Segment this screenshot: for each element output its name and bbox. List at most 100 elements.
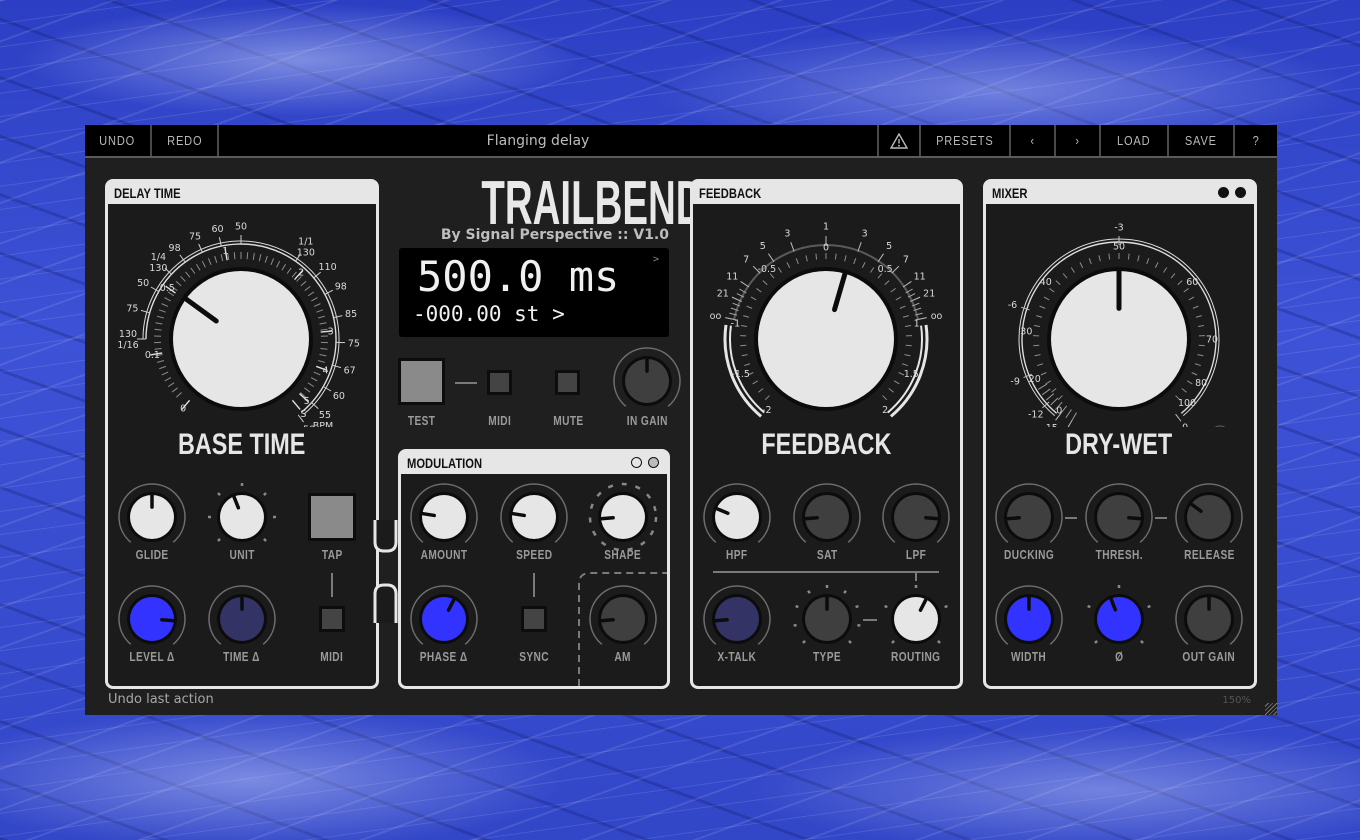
phase-delta-knob[interactable]	[399, 579, 489, 659]
dial-tick	[333, 315, 343, 319]
dial-tick	[1036, 315, 1043, 318]
load-label: LOAD	[1117, 133, 1151, 148]
test-midi-link	[455, 382, 477, 384]
mod-option-dot-1[interactable]	[631, 457, 642, 468]
out-gain-knob[interactable]	[1164, 579, 1254, 659]
hpf-label: HPF	[726, 547, 748, 562]
warning-button[interactable]	[877, 125, 921, 156]
dial-tick	[741, 354, 748, 357]
dial-tick	[252, 252, 255, 261]
glide-knob[interactable]	[107, 477, 197, 557]
time-delta-knob[interactable]	[197, 579, 287, 659]
redo-button[interactable]: REDO	[152, 125, 219, 156]
knob-pointer	[803, 516, 819, 521]
dial-scale-label: 5	[304, 396, 310, 407]
phase-delta-label: PHASE Δ	[420, 649, 468, 664]
dial-scale-label: 75	[126, 303, 138, 314]
mod-option-dot-2[interactable]	[648, 457, 659, 468]
knob-pointer	[1127, 516, 1143, 521]
feedback-dial[interactable]: -2-1.5-1-0.500.511.52oo211175313571121oo…	[698, 207, 956, 427]
sat-knob[interactable]	[782, 477, 872, 557]
mixer-option-dot-2[interactable]	[1235, 187, 1246, 198]
dial-tick	[870, 267, 875, 273]
dial-scale-label: 7	[743, 255, 749, 266]
release-knob[interactable]	[1164, 477, 1254, 557]
ducking-link-2	[1155, 517, 1167, 519]
knob-pointer	[713, 618, 729, 623]
dial-tick	[752, 380, 759, 385]
hpf-knob[interactable]	[692, 477, 782, 557]
mixer-option-dot-1[interactable]	[1218, 187, 1229, 198]
dial-tick	[777, 267, 782, 273]
dial-tick	[1039, 305, 1046, 309]
dial-tick	[1098, 255, 1101, 262]
type-knob[interactable]	[782, 579, 872, 659]
dial-scale-label: oo	[931, 311, 943, 322]
preset-name[interactable]: Flanging delay	[219, 125, 879, 156]
dial-tick	[853, 258, 857, 265]
knob-pointer	[510, 511, 526, 518]
dial-tick	[1197, 354, 1204, 357]
test-midi-button[interactable]	[487, 370, 512, 395]
presets-button[interactable]: PRESETS	[921, 125, 1011, 156]
undo-button[interactable]: UNDO	[85, 125, 152, 156]
ducking-knob[interactable]	[984, 477, 1074, 557]
pitch-readout[interactable]: -000.00 st >	[413, 302, 565, 326]
dial-scale-label: 0	[1056, 406, 1062, 417]
dial-scale-label: 85	[345, 309, 357, 320]
in-gain-knob[interactable]	[611, 347, 683, 409]
knob-pointer	[420, 511, 436, 518]
dry-wet-dial[interactable]: 020304050607080100-oo-15-12-9-6-30%dBL	[990, 207, 1252, 427]
mute-button[interactable]	[555, 370, 580, 395]
width-knob[interactable]	[984, 579, 1074, 659]
test-button[interactable]	[398, 358, 445, 405]
next-preset-button[interactable]: ›	[1056, 125, 1101, 156]
tap-button[interactable]	[308, 493, 356, 541]
dial-scale-label: -1	[731, 319, 740, 330]
dial-tick	[320, 328, 328, 331]
knob-pointer	[924, 516, 940, 521]
dial-tick	[888, 388, 894, 393]
dial-tick	[167, 382, 175, 388]
dial-scale-label: 21	[923, 289, 935, 300]
value-display[interactable]: 500.0 ms -000.00 st > >	[399, 248, 669, 337]
sync-button[interactable]	[521, 606, 547, 632]
knob-body	[715, 495, 759, 539]
speed-knob[interactable]	[489, 477, 579, 557]
dial-tick	[291, 271, 297, 278]
amount-knob[interactable]	[399, 477, 489, 557]
threshold-knob[interactable]	[1074, 477, 1164, 557]
previous-preset-button[interactable]: ‹	[1011, 125, 1056, 156]
dial-scale-label: 60	[1186, 277, 1198, 288]
x-talk-knob[interactable]	[692, 579, 782, 659]
base-time-dial[interactable]: 00.10.512345S1301/1675501/4130987560 501/…	[115, 207, 370, 428]
level-delta-knob[interactable]	[107, 579, 197, 659]
unit-knob[interactable]	[197, 477, 287, 557]
dial-scale-label: 3	[784, 228, 790, 239]
am-knob[interactable]	[578, 579, 668, 659]
dial-tick	[1040, 372, 1047, 376]
help-button[interactable]: ?	[1235, 125, 1277, 156]
dial-scale-label: 1/1	[298, 236, 313, 247]
knob-body	[422, 495, 466, 539]
sync-label: SYNC	[519, 649, 549, 664]
zoom-level[interactable]: 150%	[1222, 695, 1251, 706]
presets-label: PRESETS	[936, 133, 994, 148]
shape-knob[interactable]	[578, 477, 668, 557]
routing-knob[interactable]	[871, 579, 961, 659]
dial-tick	[1192, 305, 1199, 309]
lpf-knob[interactable]	[871, 477, 961, 557]
tap-midi-button[interactable]	[319, 606, 345, 632]
dial-scale-label: 30	[1020, 326, 1032, 337]
phase-invert-knob[interactable]	[1074, 579, 1164, 659]
display-arrow-icon[interactable]: >	[653, 254, 659, 265]
chevron-left-icon: ‹	[1030, 133, 1035, 148]
dial-scale-label: 1/4	[151, 252, 166, 263]
dial-tick	[1170, 273, 1176, 279]
load-button[interactable]: LOAD	[1101, 125, 1169, 156]
dial-tick	[795, 258, 799, 265]
feedback-big-label: FEEDBACK	[760, 428, 891, 461]
save-button[interactable]: SAVE	[1169, 125, 1235, 156]
dial-scale-label: 60	[211, 224, 223, 235]
resize-handle[interactable]	[1265, 703, 1277, 715]
